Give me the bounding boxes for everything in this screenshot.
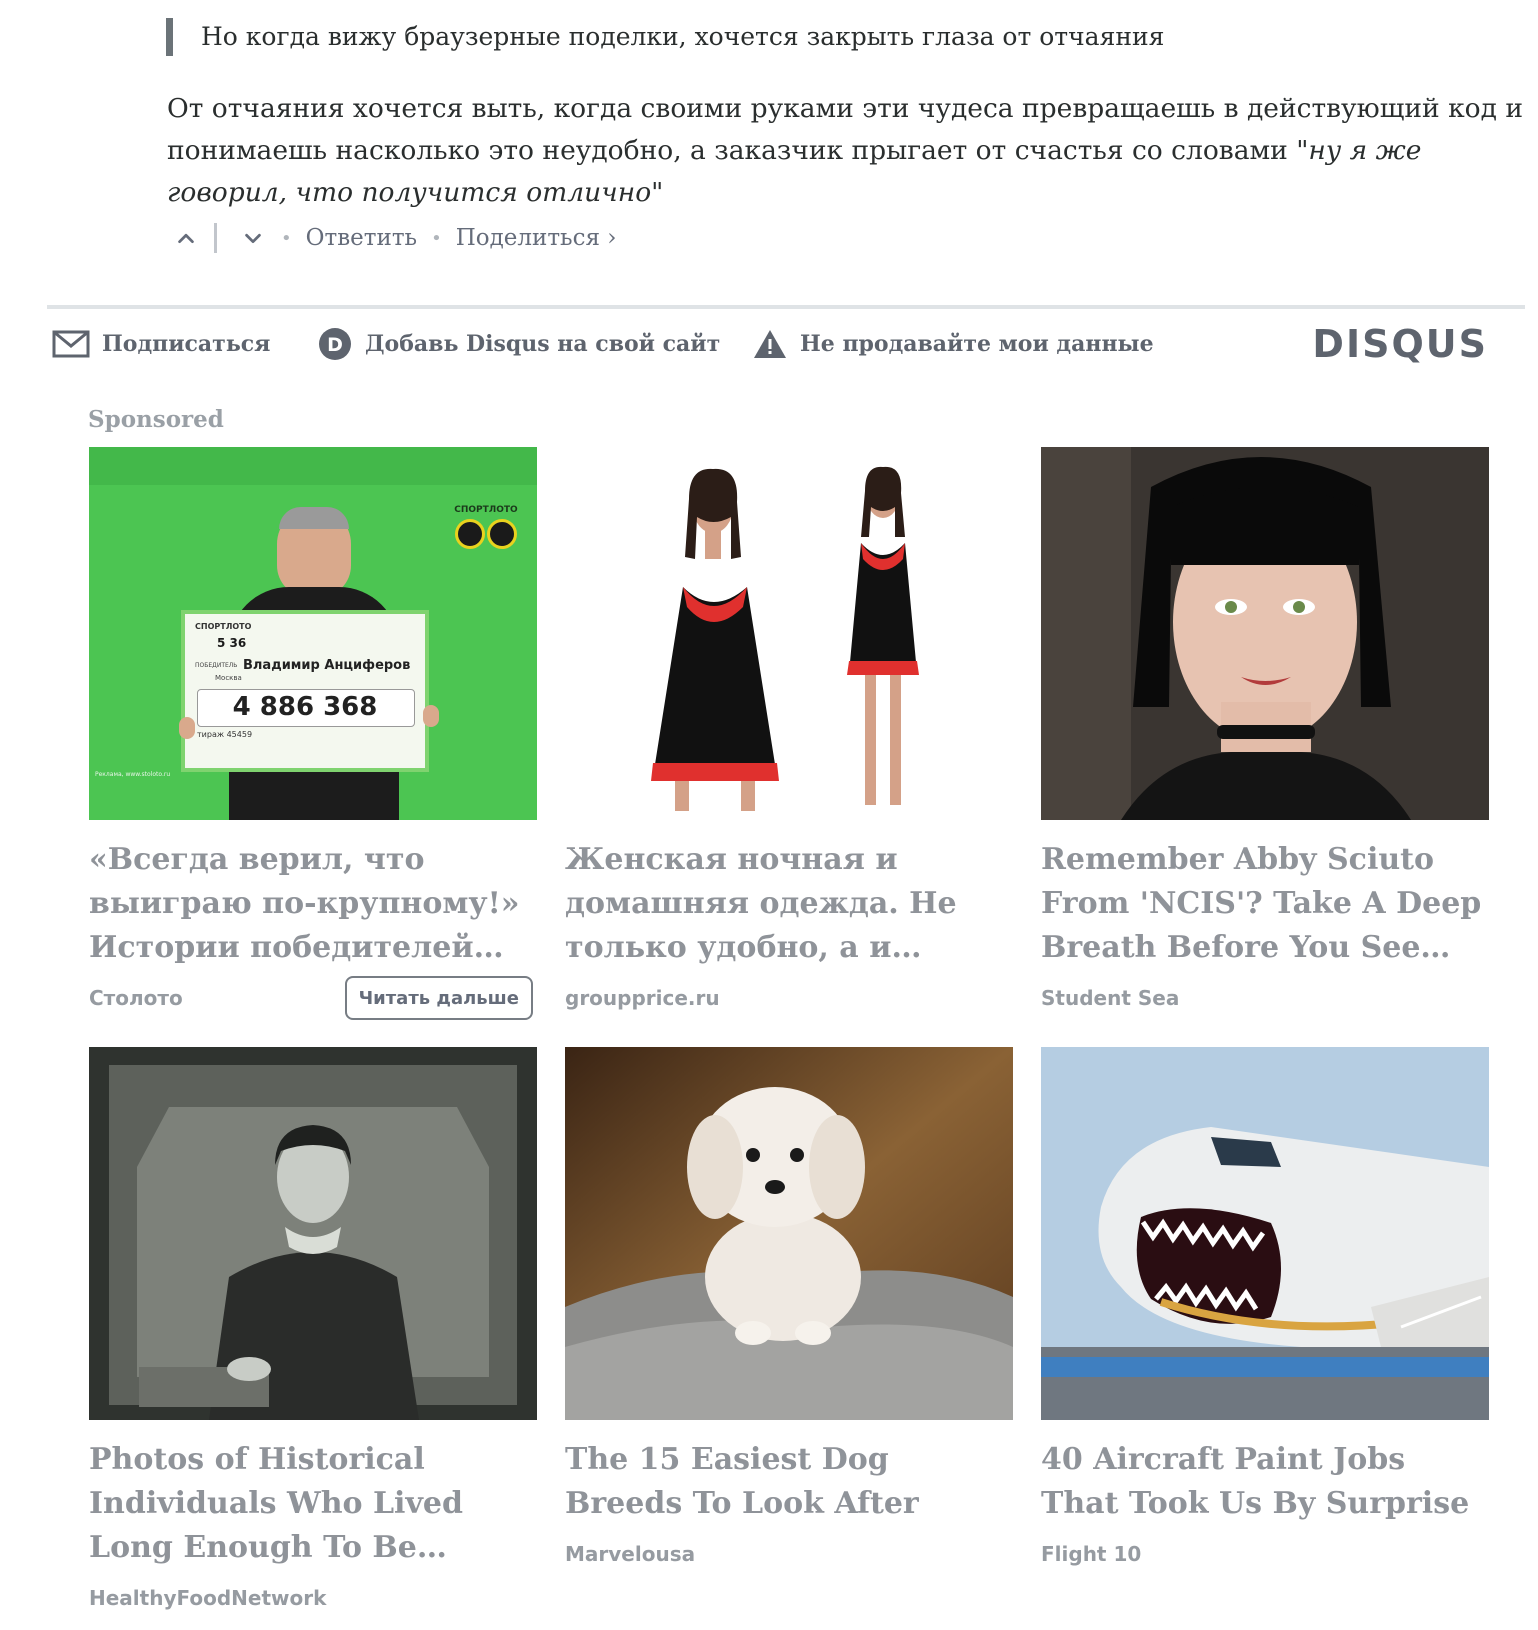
read-more-button[interactable]: Читать дальше [344, 976, 533, 1020]
historical-photo-image [89, 1047, 537, 1420]
card-source: HealthyFoodNetwork [89, 1586, 327, 1610]
board-winner-label: ПОБЕДИТЕЛЬ [195, 662, 238, 669]
sponsored-card[interactable]: Photos of Historical Individuals Who Liv… [89, 1047, 537, 1620]
disqus-d-icon: D [319, 328, 351, 360]
dog-image [565, 1047, 1013, 1420]
nightwear-image [651, 466, 919, 811]
subscribe-label: Подписаться [102, 331, 271, 357]
separator-dot: • [281, 227, 292, 249]
card-source: groupprice.ru [565, 986, 720, 1010]
board-draw: тираж 45459 [197, 730, 253, 739]
card-source: Столото Читать дальше [89, 976, 537, 1020]
sponsored-card[interactable]: 40 Aircraft Paint Jobs That Took Us By S… [1041, 1047, 1489, 1576]
portrait-image [1041, 447, 1489, 820]
card-source: Flight 10 [1041, 1542, 1142, 1566]
comment-actions: • Ответить • Поделиться › [172, 221, 616, 255]
card-thumbnail-lottery[interactable]: СПОРТЛОТО СПОРТЛОТО 5 36 ПОБЕДИТЕЛЬ Влад… [89, 447, 537, 820]
card-title[interactable]: The 15 Easiest Dog Breeds To Look After [565, 1438, 1013, 1526]
sponsored-card[interactable]: СПОРТЛОТО СПОРТЛОТО 5 36 ПОБЕДИТЕЛЬ Влад… [89, 447, 537, 1020]
envelope-icon [52, 330, 90, 358]
disqus-footer: Подписаться D Добавь Disqus на свой сайт… [52, 320, 1530, 368]
add-disqus-link[interactable]: D Добавь Disqus на свой сайт [317, 320, 720, 368]
share-link[interactable]: Поделиться › [456, 225, 617, 251]
section-divider [47, 305, 1525, 309]
card-title[interactable]: Photos of Historical Individuals Who Liv… [89, 1438, 537, 1570]
card-source: Marvelousa [565, 1542, 696, 1566]
card-source: Student Sea [1041, 986, 1180, 1010]
upvote-icon[interactable] [172, 224, 200, 252]
comment-body: От отчаяния хочется выть, когда своими р… [167, 88, 1537, 214]
card-thumbnail-aircraft[interactable] [1041, 1047, 1489, 1420]
lottery-disclaimer: Реклама, www.stoloto.ru [95, 771, 171, 778]
disqus-logo[interactable]: DISQUS [1312, 322, 1488, 366]
card-title[interactable]: Remember Abby Sciuto From 'NCIS'? Take A… [1041, 838, 1489, 970]
board-winner-name: Владимир Анциферов [243, 658, 411, 673]
blockquote: Но когда вижу браузерные поделки, хочетс… [166, 18, 1164, 56]
lottery-logo: СПОРТЛОТО [449, 505, 523, 549]
warning-icon [754, 330, 786, 358]
reply-link[interactable]: Ответить [306, 225, 417, 251]
sponsored-card[interactable]: The 15 Easiest Dog Breeds To Look After … [565, 1047, 1013, 1576]
sponsored-card[interactable]: Remember Abby Sciuto From 'NCIS'? Take A… [1041, 447, 1489, 1020]
separator-dot: • [431, 227, 442, 249]
subscribe-link[interactable]: Подписаться [52, 320, 270, 368]
board-city: Москва [215, 674, 242, 682]
card-thumbnail-dog[interactable] [565, 1047, 1013, 1420]
do-not-sell-link[interactable]: Не продавайте мои данные [752, 320, 1154, 368]
svg-text:D: D [327, 334, 343, 356]
sponsored-label: Sponsored [88, 406, 224, 433]
board-game: 5 36 [217, 636, 247, 650]
winner-check-board: СПОРТЛОТО 5 36 ПОБЕДИТЕЛЬ Владимир Анциф… [181, 610, 429, 772]
card-title[interactable]: 40 Aircraft Paint Jobs That Took Us By S… [1041, 1438, 1489, 1526]
sponsored-card[interactable]: Женская ночная и домашняя одежда. Не тол… [565, 447, 1013, 1020]
card-source-name: Столото [89, 986, 183, 1010]
vote-divider [214, 223, 217, 253]
card-thumbnail-historical[interactable] [89, 1047, 537, 1420]
lottery-brand: СПОРТЛОТО [454, 505, 518, 515]
add-disqus-label: Добавь Disqus на свой сайт [365, 331, 721, 357]
board-brand: СПОРТЛОТО [195, 622, 252, 631]
aircraft-image [1041, 1047, 1489, 1420]
do-not-sell-label: Не продавайте мои данные [800, 331, 1154, 357]
card-thumbnail-nightwear[interactable] [565, 447, 1013, 820]
card-thumbnail-portrait[interactable] [1041, 447, 1489, 820]
board-amount: 4 886 368 [232, 692, 378, 722]
card-title[interactable]: «Всегда верил, что выиграю по-крупному!»… [89, 838, 537, 970]
downvote-icon[interactable] [239, 224, 267, 252]
card-title[interactable]: Женская ночная и домашняя одежда. Не тол… [565, 838, 1013, 970]
